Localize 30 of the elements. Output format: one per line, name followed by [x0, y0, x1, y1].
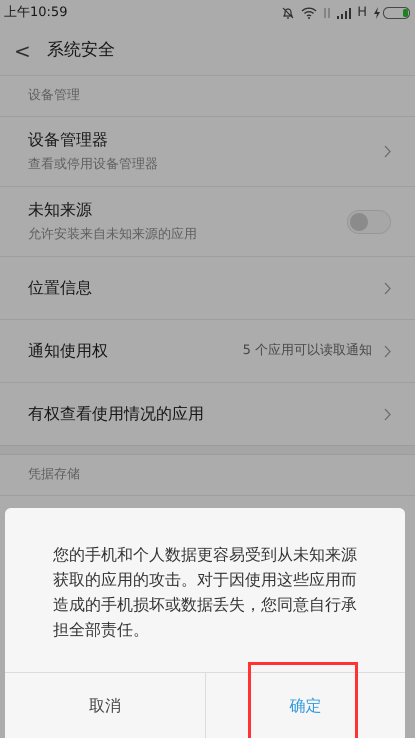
section-header: 设备管理: [27, 87, 81, 106]
row-title: 未知来源: [28, 199, 93, 222]
charging-icon: [373, 7, 380, 19]
page-title: 系统安全: [46, 38, 115, 62]
row-value: 5 个应用可以读取通知: [242, 342, 372, 360]
back-button[interactable]: <: [14, 40, 31, 60]
chevron-right-icon: [384, 282, 391, 294]
toggle-switch[interactable]: [347, 210, 391, 234]
cancel-button[interactable]: 取消: [5, 673, 204, 738]
row-title: 设备管理器: [28, 129, 109, 152]
settings-row[interactable]: 位置信息: [0, 256, 415, 319]
dialog-message: 您的手机和个人数据更容易受到从未知来源获取的应用的攻击。对于因使用这些应用而造成的手机损坏或数据丢失，您同意自行承担全部责任。: [52, 544, 358, 641]
battery-icon: [383, 7, 411, 19]
row-title: 有权查看使用情况的应用: [28, 403, 204, 425]
settings-row[interactable]: 通知使用权 5 个应用可以读取通知: [0, 319, 415, 382]
row-title: 位置信息: [28, 277, 92, 299]
row-subtitle: 允许安装来自未知来源的应用: [28, 226, 197, 244]
chevron-right-icon: [384, 145, 391, 158]
signal-icon: [337, 8, 352, 18]
wifi-icon: [301, 7, 318, 19]
chevron-right-icon: [384, 344, 391, 358]
row-title: 通知使用权: [28, 340, 108, 362]
bell-muted-icon: [281, 6, 296, 20]
settings-row[interactable]: 未知来源 允许安装来自未知来源的应用: [0, 186, 415, 256]
status-time: 上午10:59: [4, 4, 68, 22]
network-type: H: [357, 4, 367, 22]
chevron-right-icon: [384, 408, 391, 420]
settings-row[interactable]: 设备管理器 查看或停用设备管理器: [0, 116, 415, 186]
row-subtitle: 查看或停用设备管理器: [28, 156, 158, 174]
section-header: 凭据存储: [27, 466, 81, 484]
